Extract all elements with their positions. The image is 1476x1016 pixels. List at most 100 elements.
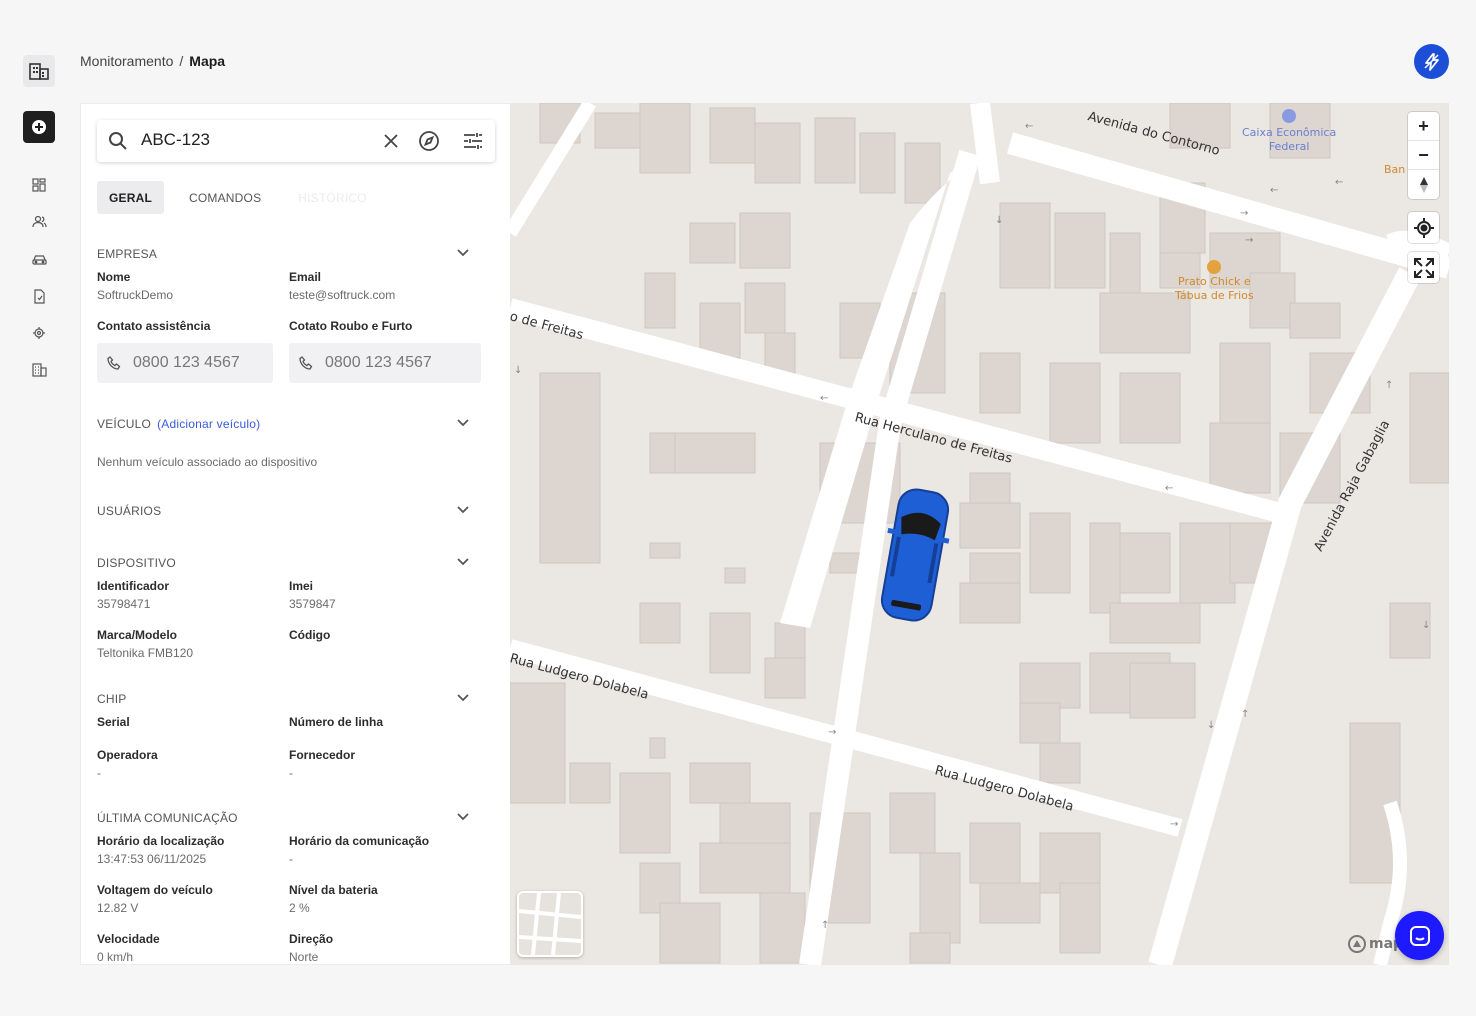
- field-label: Número de linha: [289, 715, 384, 729]
- field-identificador: Identificador 35798471: [97, 579, 282, 611]
- plus-circle-icon[interactable]: [23, 111, 55, 143]
- field-value: -: [97, 766, 101, 780]
- field-voltagem: Voltagem do veículo 12.82 V: [97, 883, 282, 915]
- phone-icon: [107, 356, 121, 370]
- chevron-down-icon[interactable]: [455, 415, 471, 431]
- svg-text:↑: ↑: [1241, 709, 1249, 720]
- field-value: SoftruckDemo: [97, 288, 174, 302]
- phone-number: 0800 123 4567: [133, 354, 240, 371]
- filter-icon[interactable]: [462, 130, 484, 152]
- chevron-down-icon[interactable]: [455, 690, 471, 706]
- field-fornecedor: Fornecedor -: [289, 748, 474, 780]
- tab-comandos[interactable]: COMANDOS: [177, 181, 273, 214]
- svg-text:↓: ↓: [1422, 620, 1430, 631]
- field-hora-com: Horário da comunicação -: [289, 834, 474, 866]
- svg-text:↑: ↑: [821, 920, 829, 931]
- field-label: Email: [289, 270, 322, 284]
- search-bar: [97, 120, 495, 162]
- field-value: 3579847: [289, 597, 336, 611]
- add-vehicle-link[interactable]: (Adicionar veículo): [157, 417, 260, 431]
- field-velocidade: Velocidade 0 km/h: [97, 932, 282, 964]
- poi-label: Federal: [1268, 140, 1310, 153]
- close-icon[interactable]: [380, 130, 402, 152]
- field-value: 35798471: [97, 597, 151, 611]
- field-marca: Marca/Modelo Teltonika FMB120: [97, 628, 282, 660]
- chevron-down-icon[interactable]: [455, 245, 471, 261]
- field-label: Direção: [289, 932, 334, 946]
- layer-switcher[interactable]: [517, 891, 583, 957]
- roubo-phone-field[interactable]: 0800 123 4567: [289, 343, 481, 383]
- chip-icon[interactable]: [31, 325, 47, 341]
- chevron-down-icon[interactable]: [455, 809, 471, 825]
- map-base: ← ← ← → → ← ← → → ↓ ↓ ↑ ↓ ↑ ↑ ↓: [510, 103, 1449, 965]
- svg-text:→: →: [828, 727, 836, 738]
- field-label: Fornecedor: [289, 748, 356, 762]
- zoom-in-button[interactable]: +: [1408, 112, 1439, 141]
- zoom-controls: + −: [1408, 112, 1439, 199]
- field-label: Código: [289, 628, 331, 642]
- chevron-down-icon[interactable]: [455, 554, 471, 570]
- field-label: Cotato Roubo e Furto: [289, 319, 413, 333]
- device-panel: GERAL COMANDOS HISTÓRICO EMPRESA Nome So…: [80, 103, 510, 965]
- field-label: Serial: [97, 715, 130, 729]
- section-title: USUÁRIOS: [97, 504, 162, 518]
- compass-reset-button[interactable]: [1408, 170, 1439, 199]
- field-value: Teltonika FMB120: [97, 646, 194, 660]
- search-icon: [107, 130, 129, 152]
- poi-label: Prato Chick e: [1178, 275, 1251, 288]
- left-rail: [0, 0, 78, 1016]
- company-icon[interactable]: [31, 362, 47, 378]
- maptiler-logo-icon: [1348, 935, 1366, 953]
- users-icon[interactable]: [31, 214, 47, 230]
- lightning-icon[interactable]: [1414, 44, 1449, 79]
- field-label: Contato assistência: [97, 319, 211, 333]
- section-title: DISPOSITIVO: [97, 556, 176, 570]
- locate-button[interactable]: [1408, 212, 1439, 243]
- field-hora-loc: Horário da localização 13:47:53 06/11/20…: [97, 834, 282, 866]
- compass-icon[interactable]: [418, 130, 440, 152]
- field-contato: Contato assistência: [97, 319, 282, 333]
- dashboard-icon[interactable]: [31, 177, 47, 193]
- poi-caixa[interactable]: Caixa Econômica Federal: [1242, 109, 1336, 154]
- svg-text:↑: ↑: [1385, 380, 1393, 391]
- field-label: Horário da comunicação: [289, 834, 430, 848]
- field-label: Nome: [97, 270, 131, 284]
- field-value: 0 km/h: [97, 950, 134, 964]
- contato-phone-field[interactable]: 0800 123 4567: [97, 343, 273, 383]
- tab-bar: GERAL COMANDOS HISTÓRICO: [97, 181, 392, 214]
- field-operadora: Operadora -: [97, 748, 282, 780]
- chat-icon: [1409, 925, 1430, 946]
- search-input[interactable]: [141, 130, 361, 150]
- device-icon[interactable]: [31, 288, 47, 304]
- breadcrumb-parent[interactable]: Monitoramento: [80, 53, 173, 69]
- zoom-out-button[interactable]: −: [1408, 141, 1439, 170]
- chevron-down-icon[interactable]: [455, 502, 471, 518]
- field-direcao: Direção Norte: [289, 932, 474, 964]
- field-bateria: Nível da bateria 2 %: [289, 883, 474, 915]
- building-icon[interactable]: [23, 55, 55, 87]
- fullscreen-button[interactable]: [1408, 252, 1439, 283]
- field-label: Marca/Modelo: [97, 628, 178, 642]
- chat-button[interactable]: [1395, 911, 1444, 960]
- car-icon[interactable]: [31, 251, 47, 267]
- vehicle-empty-note: Nenhum veículo associado ao dispositivo: [97, 455, 318, 469]
- field-label: Identificador: [97, 579, 170, 593]
- section-title: ÚLTIMA COMUNICAÇÃO: [97, 811, 238, 825]
- poi-banco-partial: Ban: [1384, 163, 1406, 176]
- svg-text:←: ←: [1165, 483, 1173, 494]
- section-usuarios: USUÁRIOS: [97, 504, 477, 518]
- tab-historico[interactable]: HISTÓRICO: [286, 181, 378, 214]
- tab-geral[interactable]: GERAL: [97, 181, 164, 214]
- poi-prato-chick[interactable]: Prato Chick e Tábua de Frios: [1175, 260, 1254, 303]
- field-value: teste@softruck.com: [289, 288, 396, 302]
- section-title: EMPRESA: [97, 247, 158, 261]
- svg-text:↓: ↓: [995, 215, 1003, 226]
- map-layer-icon: [519, 893, 581, 955]
- svg-text:←: ←: [820, 393, 828, 404]
- map-canvas[interactable]: ← ← ← → → ← ← → → ↓ ↓ ↑ ↓ ↑ ↑ ↓ Avenida do Conto…: [510, 103, 1449, 965]
- section-empresa: EMPRESA: [97, 247, 477, 261]
- field-label: Horário da localização: [97, 834, 225, 848]
- vehicle-marker[interactable]: [870, 485, 960, 625]
- field-label: Operadora: [97, 748, 158, 762]
- field-email: Email teste@softruck.com: [289, 270, 474, 302]
